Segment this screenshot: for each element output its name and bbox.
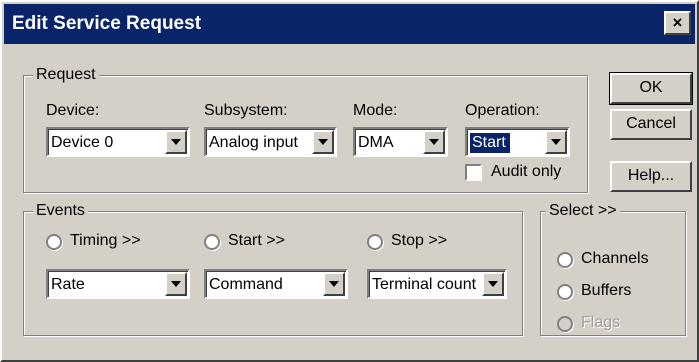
audit-only-checkbox[interactable]	[465, 164, 482, 181]
close-icon: ×	[672, 13, 683, 32]
chevron-down-icon[interactable]	[165, 272, 187, 296]
chevron-down-icon[interactable]	[165, 130, 187, 154]
start-select-value: Command	[209, 276, 283, 293]
device-select[interactable]: Device 0	[46, 127, 190, 157]
title-bar[interactable]: Edit Service Request ×	[4, 4, 695, 44]
chevron-down-icon[interactable]	[312, 130, 334, 154]
events-group: Events Timing >> Rate Start >> Command S…	[23, 201, 523, 336]
stop-select-value: Terminal count	[372, 276, 477, 293]
stop-radio[interactable]	[367, 234, 383, 250]
help-button[interactable]: Help...	[610, 161, 692, 192]
operation-select-value: Start	[469, 132, 511, 154]
mode-select-value: DMA	[358, 134, 394, 151]
stop-select[interactable]: Terminal count	[367, 269, 507, 299]
chevron-down-icon[interactable]	[323, 272, 345, 296]
operation-select[interactable]: Start	[465, 127, 570, 157]
mode-label: Mode:	[353, 102, 398, 119]
device-label: Device:	[46, 102, 100, 119]
timing-radio[interactable]	[46, 234, 62, 250]
start-radio[interactable]	[204, 234, 220, 250]
device-select-value: Device 0	[51, 134, 114, 151]
subsystem-select-value: Analog input	[209, 134, 298, 151]
timing-select-value: Rate	[51, 276, 85, 293]
chevron-down-icon[interactable]	[482, 272, 504, 296]
start-select[interactable]: Command	[204, 269, 348, 299]
ok-button[interactable]: OK	[609, 72, 693, 105]
dialog-title: Edit Service Request	[12, 13, 202, 34]
buffers-radio[interactable]	[557, 284, 573, 300]
chevron-down-icon[interactable]	[545, 130, 567, 154]
flags-label: Flags	[581, 314, 621, 331]
select-group-legend: Select >>	[546, 201, 620, 221]
request-group-legend: Request	[33, 65, 99, 85]
mode-select[interactable]: DMA	[353, 127, 448, 157]
stop-label[interactable]: Stop >>	[391, 232, 447, 250]
timing-select[interactable]: Rate	[46, 269, 190, 299]
subsystem-select[interactable]: Analog input	[204, 127, 337, 157]
channels-label[interactable]: Channels	[581, 250, 649, 268]
cancel-button[interactable]: Cancel	[610, 109, 692, 140]
subsystem-label: Subsystem:	[204, 102, 288, 119]
request-group: Request Device: Device 0 Subsystem: Anal…	[23, 65, 588, 193]
chevron-down-icon[interactable]	[423, 130, 445, 154]
edit-service-request-dialog: Edit Service Request × Request Device: D…	[0, 0, 699, 362]
timing-label[interactable]: Timing >>	[70, 232, 141, 250]
close-button[interactable]: ×	[664, 11, 691, 35]
events-group-legend: Events	[33, 201, 88, 221]
buffers-label[interactable]: Buffers	[581, 282, 631, 300]
flags-radio	[557, 316, 573, 332]
channels-radio[interactable]	[557, 252, 573, 268]
select-group: Select >> Channels Buffers Flags	[540, 201, 686, 336]
operation-label: Operation:	[465, 102, 540, 119]
audit-only-label[interactable]: Audit only	[491, 163, 561, 181]
start-label[interactable]: Start >>	[228, 232, 285, 250]
